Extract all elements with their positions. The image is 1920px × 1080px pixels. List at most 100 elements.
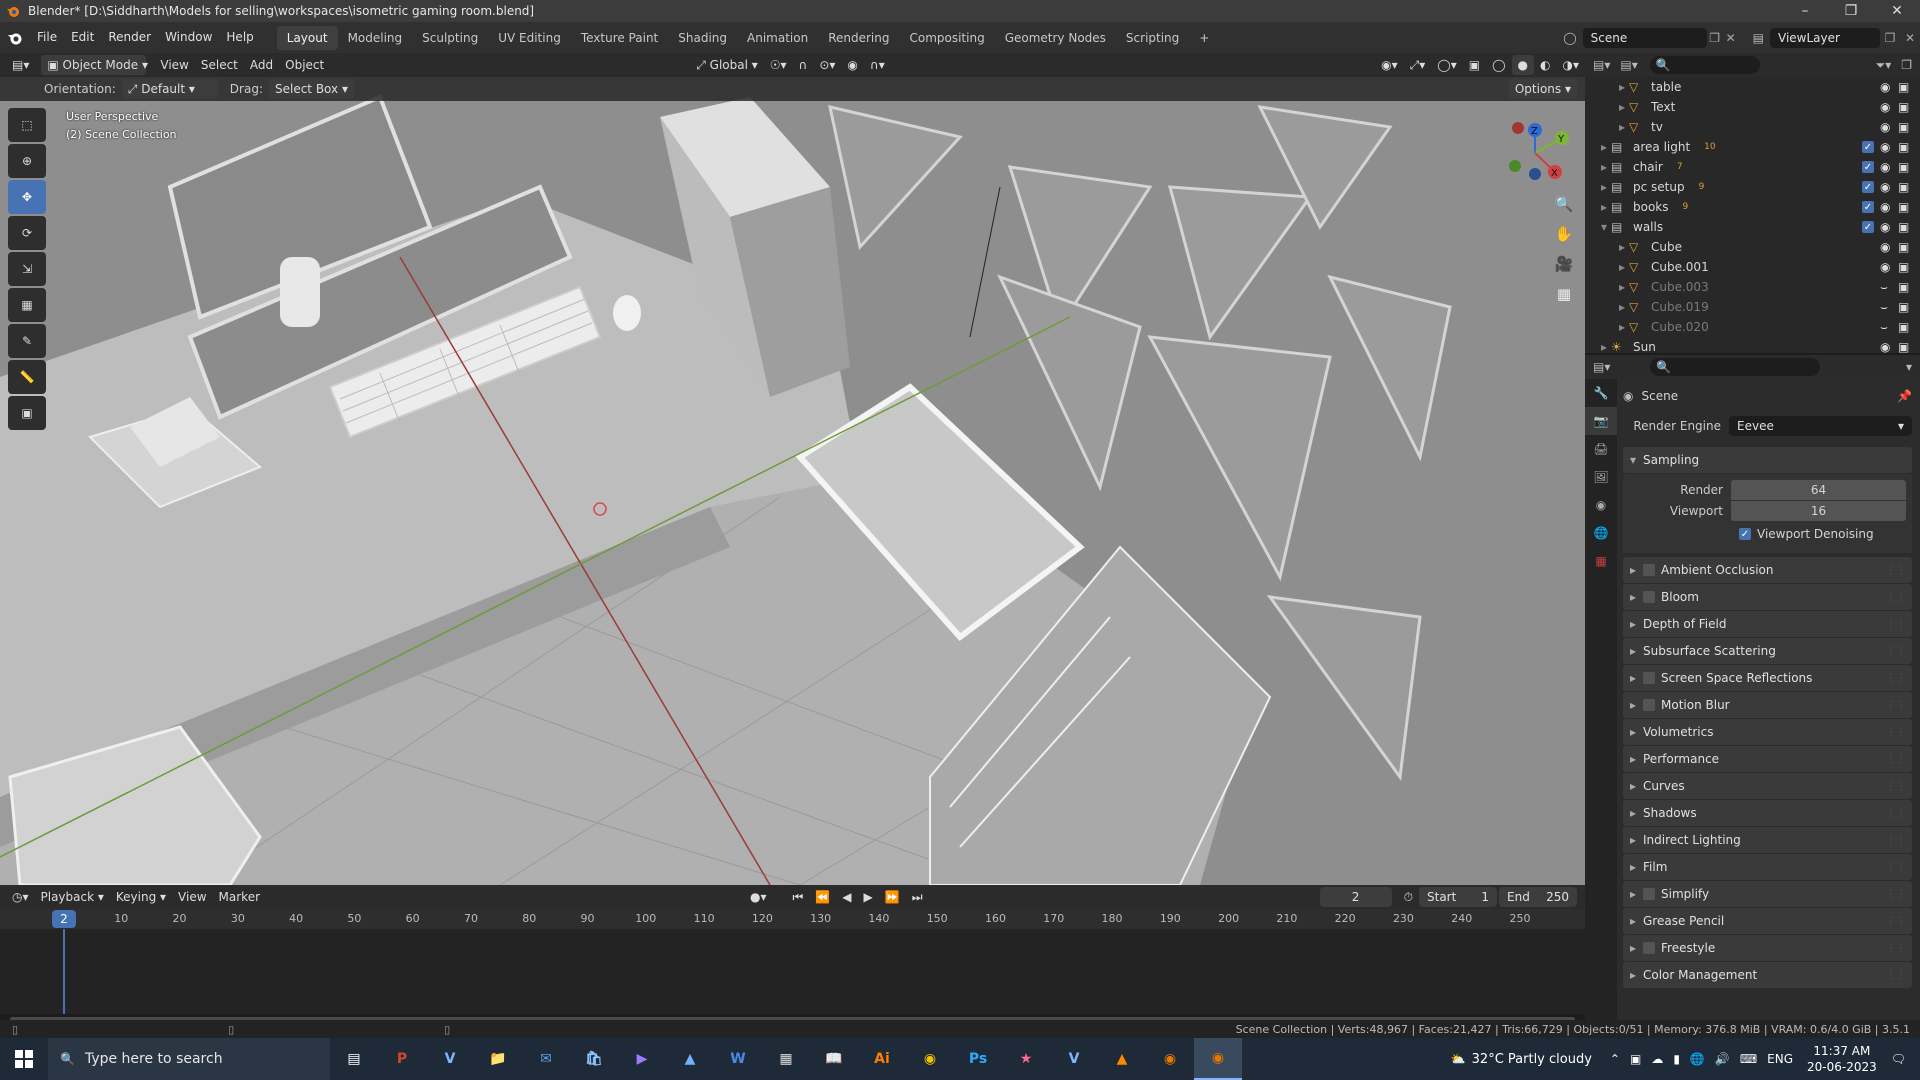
game-app-icon[interactable]: ★ (1002, 1038, 1050, 1080)
view-layer-tab-icon[interactable]: 🖼 (1585, 463, 1617, 491)
store-icon[interactable]: 🛍 (570, 1038, 618, 1080)
tray-chevron-icon[interactable]: ⌃ (1610, 1052, 1620, 1066)
display-mode-icon[interactable]: ▤▾ (1620, 58, 1637, 72)
jump-keyframe-back-icon[interactable]: ⏪ (809, 887, 836, 907)
panel-enable-checkbox[interactable] (1643, 564, 1655, 576)
hidden-eye-icon[interactable]: ⌣ (1880, 300, 1898, 315)
outliner-row[interactable]: ▸ ▽ Cube.019 ⌣ ▣ (1585, 297, 1920, 317)
word-icon[interactable]: W (714, 1038, 762, 1080)
blender-active-taskbar-icon[interactable]: ◉ (1194, 1038, 1242, 1080)
render-camera-icon[interactable]: ▣ (1898, 240, 1920, 254)
outliner-row[interactable]: ▸ ▽ Cube.003 ⌣ ▣ (1585, 277, 1920, 297)
expand-arrow-icon[interactable]: ▸ (1585, 200, 1611, 214)
outliner-row[interactable]: ▸ ▽ tv ◉ ▣ (1585, 117, 1920, 137)
panel-enable-checkbox[interactable] (1643, 672, 1655, 684)
menu-window[interactable]: Window (158, 22, 219, 53)
drag-grip-icon[interactable]: ⋮⋮ (1886, 673, 1906, 684)
view-layer-icon[interactable]: ▤ (1753, 31, 1764, 45)
scene-tab-icon[interactable]: ◉ (1585, 491, 1617, 519)
workspace-tab-scripting[interactable]: Scripting (1116, 26, 1189, 50)
app-blue-icon[interactable]: ▲ (666, 1038, 714, 1080)
marker-menu[interactable]: Marker (213, 887, 266, 907)
editor-type-icon[interactable]: ▤▾ (6, 55, 35, 75)
close-window-button[interactable]: ✕ (1874, 0, 1920, 22)
drag-grip-icon[interactable]: ⋮⋮ (1886, 754, 1906, 765)
render-camera-icon[interactable]: ▣ (1898, 280, 1920, 294)
outliner-row[interactable]: ▸ ▽ table ◉ ▣ (1585, 77, 1920, 97)
play-icon[interactable]: ▶ (858, 887, 879, 907)
outliner-row[interactable]: ▸ ▤ area light 10 ✓ ◉ ▣ (1585, 137, 1920, 157)
pin-icon[interactable]: 📌 (1897, 389, 1912, 403)
render-camera-icon[interactable]: ▣ (1898, 120, 1920, 134)
workspace-tab-compositing[interactable]: Compositing (899, 26, 994, 50)
weather-icon[interactable]: ⛅ (1451, 1052, 1466, 1066)
playhead-frame-badge[interactable]: 2 (52, 910, 76, 928)
add-cube-tool[interactable]: ▣ (8, 396, 46, 430)
panel-enable-checkbox[interactable] (1643, 699, 1655, 711)
menu-render[interactable]: Render (101, 22, 158, 53)
properties-options-icon[interactable]: ▾ (1906, 360, 1912, 374)
new-collection-icon[interactable]: ❐ (1901, 58, 1912, 72)
panel-screen-space-reflections[interactable]: ▸ Screen Space Reflections ⋮⋮ (1623, 665, 1912, 691)
gizmo-toggle-icon[interactable]: ⤢▾ (1404, 55, 1432, 75)
cursor-tool[interactable]: ⊕ (8, 144, 46, 178)
eye-icon[interactable]: ◉ (1880, 100, 1898, 114)
new-scene-icon[interactable]: ❐ (1707, 31, 1723, 45)
taskbar-search-box[interactable]: 🔍 Type here to search (48, 1038, 330, 1080)
auto-keying-icon[interactable]: ●▾ (744, 887, 773, 907)
eye-icon[interactable]: ◉ (1880, 220, 1898, 234)
panel-curves[interactable]: ▸ Curves ⋮⋮ (1623, 773, 1912, 799)
jump-start-icon[interactable]: ⏮ (787, 887, 810, 907)
timeline-editor-icon[interactable]: ◷▾ (6, 887, 35, 907)
select-box-tool[interactable]: ⬚ (8, 108, 46, 142)
new-view-layer-icon[interactable]: ❐ (1880, 31, 1900, 45)
panel-subsurface-scattering[interactable]: ▸ Subsurface Scattering ⋮⋮ (1623, 638, 1912, 664)
render-camera-icon[interactable]: ▣ (1898, 260, 1920, 274)
playback-menu[interactable]: Playback ▾ (35, 887, 110, 907)
properties-search-field[interactable]: 🔍 (1650, 358, 1821, 376)
eye-icon[interactable]: ◉ (1880, 240, 1898, 254)
eye-icon[interactable]: ◉ (1880, 140, 1898, 154)
render-camera-icon[interactable]: ▣ (1898, 300, 1920, 314)
drag-grip-icon[interactable]: ⋮⋮ (1886, 646, 1906, 657)
outlook-icon[interactable]: ✉ (522, 1038, 570, 1080)
drag-grip-icon[interactable]: ⋮⋮ (1886, 619, 1906, 630)
eye-icon[interactable]: ◉ (1880, 160, 1898, 174)
expand-arrow-icon[interactable]: ▸ (1585, 180, 1611, 194)
drag-grip-icon[interactable]: ⋮⋮ (1886, 592, 1906, 603)
outliner-row[interactable]: ▸ ▽ Cube.001 ◉ ▣ (1585, 257, 1920, 277)
drag-dropdown[interactable]: Select Box ▾ (268, 79, 354, 99)
keyboard-icon[interactable]: ⌨ (1740, 1052, 1757, 1066)
transform-orientation-dropdown[interactable]: ⤢ Global ▾ (690, 55, 764, 75)
annotate-tool[interactable]: ✎ (8, 324, 46, 358)
windows-start-icon[interactable] (0, 1038, 48, 1080)
render-camera-icon[interactable]: ▣ (1898, 220, 1920, 234)
expand-arrow-icon[interactable]: ▸ (1585, 120, 1629, 134)
texture-tab-icon[interactable]: ▦ (1585, 547, 1617, 575)
panel-depth-of-field[interactable]: ▸ Depth of Field ⋮⋮ (1623, 611, 1912, 637)
hidden-eye-icon[interactable]: ⌣ (1880, 320, 1898, 335)
menu-help[interactable]: Help (219, 22, 260, 53)
proportional-edit-icon[interactable]: ◉ (841, 55, 863, 75)
powerpoint-icon[interactable]: P (378, 1038, 426, 1080)
camera-icon[interactable]: 🎥 (1552, 255, 1576, 285)
timeline-view-menu[interactable]: View (172, 887, 212, 907)
world-tab-icon[interactable]: 🌐 (1585, 519, 1617, 547)
eye-icon[interactable]: ◉ (1880, 200, 1898, 214)
xray-icon[interactable]: ▣ (1463, 55, 1486, 75)
expand-arrow-icon[interactable]: ▸ (1585, 100, 1629, 114)
render-tab-icon[interactable]: 📷 (1585, 407, 1617, 435)
render-engine-dropdown[interactable]: Eevee ▾ (1729, 416, 1912, 436)
eye-icon[interactable]: ◉ (1880, 340, 1898, 354)
language-indicator[interactable]: ENG (1767, 1052, 1793, 1066)
tool-tab-icon[interactable]: 🔧 (1585, 379, 1617, 407)
overlays-icon[interactable]: ◯▾ (1431, 55, 1462, 75)
panel-film[interactable]: ▸ Film ⋮⋮ (1623, 854, 1912, 880)
menu-object[interactable]: Object (279, 55, 330, 75)
scene-selector-icon[interactable]: ◯ (1563, 31, 1576, 45)
filter-icon[interactable]: ⏷▾ (1876, 58, 1892, 73)
workspace-tab-rendering[interactable]: Rendering (818, 26, 899, 50)
panel-ambient-occlusion[interactable]: ▸ Ambient Occlusion ⋮⋮ (1623, 557, 1912, 583)
keying-menu[interactable]: Keying ▾ (110, 887, 172, 907)
workspace-tab-geometry-nodes[interactable]: Geometry Nodes (995, 26, 1116, 50)
